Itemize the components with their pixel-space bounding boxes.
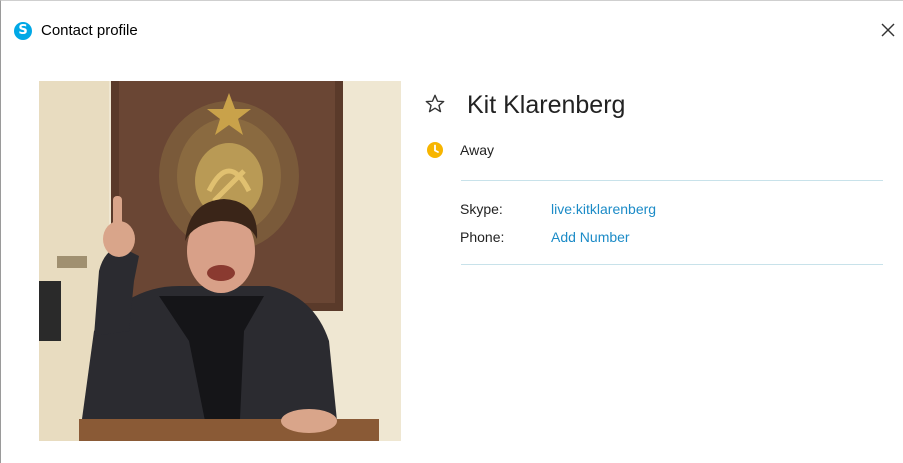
divider bbox=[461, 264, 883, 265]
add-number-link[interactable]: Add Number bbox=[551, 229, 630, 245]
status-text: Away bbox=[460, 142, 494, 158]
star-outline-icon bbox=[425, 94, 445, 113]
contact-avatar-photo bbox=[39, 81, 401, 441]
skype-id-link[interactable]: live:kitklarenberg bbox=[551, 201, 656, 217]
skype-icon: S bbox=[14, 22, 32, 40]
close-button[interactable] bbox=[877, 19, 899, 41]
phone-label: Phone: bbox=[460, 229, 505, 245]
contact-profile-window: S Contact profile Kit Klarenberg Away Sk… bbox=[0, 0, 903, 463]
title-bar: S Contact profile bbox=[1, 1, 903, 41]
away-clock-icon bbox=[427, 142, 443, 158]
skype-id-label: Skype: bbox=[460, 201, 503, 217]
window-title: Contact profile bbox=[41, 22, 138, 39]
close-icon bbox=[881, 23, 895, 37]
favorite-button[interactable] bbox=[424, 93, 446, 115]
contact-name: Kit Klarenberg bbox=[467, 91, 626, 119]
divider bbox=[461, 180, 883, 181]
